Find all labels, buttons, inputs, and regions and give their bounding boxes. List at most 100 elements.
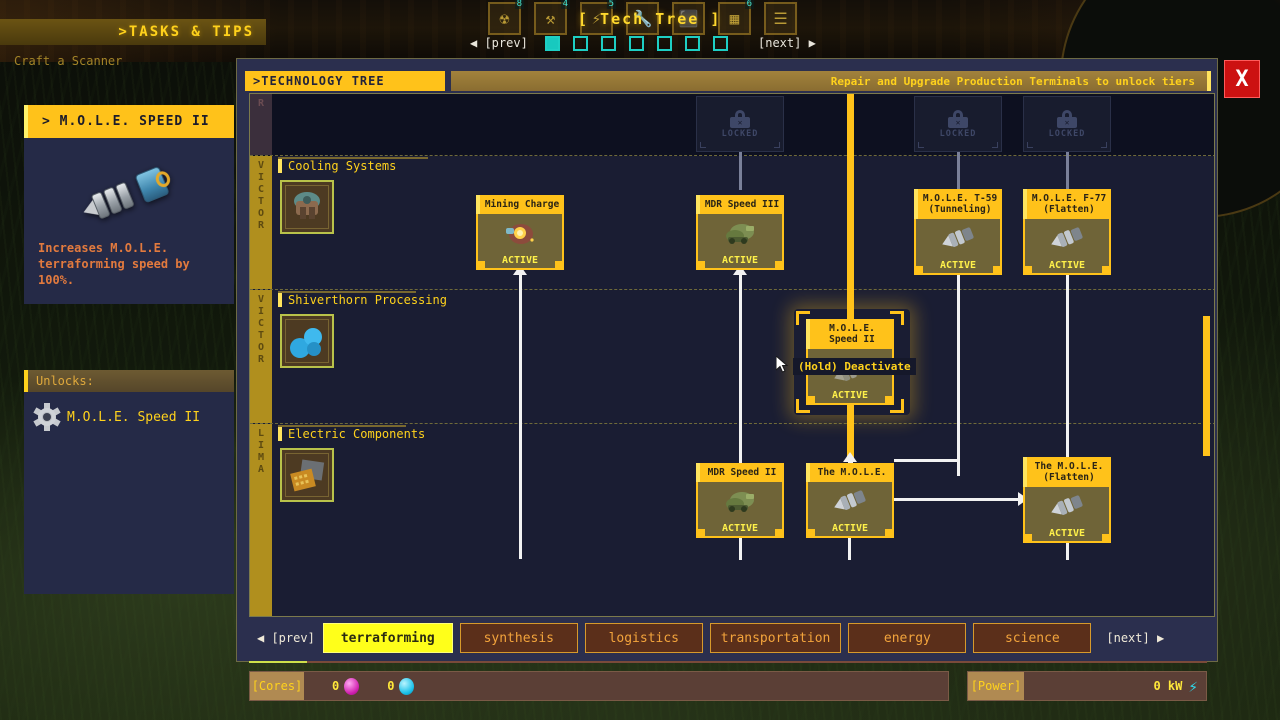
tech-node-locked[interactable]: ✕ LOCKED: [1023, 96, 1111, 152]
task-subtitle: Craft a Scanner: [14, 54, 122, 68]
connector-line: [894, 498, 1020, 501]
connector-arrow: [843, 452, 857, 462]
node-title: The M.O.L.E.: [806, 463, 894, 482]
node-status: ACTIVE: [478, 255, 562, 266]
mole-drill-icon: [808, 488, 892, 514]
lock-icon: ✕: [730, 110, 750, 128]
tab-synthesis[interactable]: synthesis: [460, 623, 578, 653]
unlocks-body: M.O.L.E. Speed II: [24, 392, 234, 594]
node-title: M.O.L.E. F-77 (Flatten): [1023, 189, 1111, 219]
node-status: ACTIVE: [698, 255, 782, 266]
connector-line: [957, 274, 960, 459]
close-button[interactable]: X: [1224, 60, 1260, 98]
hud-page-dot[interactable]: [573, 36, 588, 51]
storage-icon[interactable]: ▦6: [718, 2, 751, 35]
node-body: ACTIVE: [1023, 487, 1111, 543]
locked-node-box: ✕ LOCKED: [914, 96, 1002, 152]
tab-terraforming[interactable]: terraforming: [323, 623, 453, 653]
list-item: M.O.L.E. Speed II: [34, 404, 224, 430]
tier-spine-label: R: [250, 94, 272, 155]
mining-charge-icon: [478, 220, 562, 246]
magenta-core-icon: [344, 678, 359, 695]
core-magenta: 0: [332, 678, 359, 695]
mdr-icon: [698, 220, 782, 246]
cores-panel: [Cores] 0 0: [249, 671, 949, 701]
lock-icon: ✕: [1057, 110, 1077, 128]
task-card: > M.O.L.E. SPEED II Increases M.O.L.E. t…: [24, 105, 234, 594]
tabs-next-button[interactable]: [next] ▶: [1098, 631, 1172, 645]
tech-node-mdr-speed-ii[interactable]: MDR Speed II ACTIVE: [696, 463, 784, 538]
badge-count: 6: [745, 0, 754, 9]
node-status: ACTIVE: [808, 390, 892, 401]
tech-node-mole-t59[interactable]: M.O.L.E. T-59 (Tunneling): [914, 189, 1002, 275]
tab-energy[interactable]: energy: [848, 623, 966, 653]
tech-node-the-mole[interactable]: The M.O.L.E. ACTIVE: [806, 463, 894, 538]
status-divider: [249, 661, 1207, 663]
node-status: ACTIVE: [698, 523, 782, 534]
locked-label: LOCKED: [1049, 129, 1086, 139]
lightning-bolt-icon: ⚡: [1188, 677, 1206, 696]
hud-page-dot[interactable]: [713, 36, 728, 51]
mole-drill-icon: [916, 225, 1000, 251]
node-body: ACTIVE: [696, 214, 784, 270]
node-body: ACTIVE: [806, 482, 894, 538]
connector-line: [519, 274, 522, 559]
node-status: ACTIVE: [808, 523, 892, 534]
tab-science[interactable]: science: [973, 623, 1091, 653]
tier-spine-label: LIMA: [250, 424, 272, 617]
core-cyan-count: 0: [387, 679, 394, 693]
badge-count: 8: [515, 0, 524, 9]
list-icon[interactable]: ☰: [764, 2, 797, 35]
deactivate-tooltip: (Hold) Deactivate: [793, 358, 916, 375]
mdr-icon: [698, 488, 782, 514]
tier-name-label: Electric Components: [278, 427, 425, 441]
hud-page-dot[interactable]: [629, 36, 644, 51]
tech-node-the-mole-flatten[interactable]: The M.O.L.E. (Flatten) A: [1023, 457, 1111, 543]
category-tabs: ◀ [prev] terraforming synthesis logistic…: [249, 621, 1215, 655]
shiverthorn-icon: [280, 314, 334, 368]
tree-scrollbar-thumb[interactable]: [1203, 316, 1210, 456]
locked-label: LOCKED: [722, 129, 759, 139]
hud-page-dots: [545, 36, 728, 51]
unlock-item-label: M.O.L.E. Speed II: [67, 410, 200, 425]
node-status: ACTIVE: [1025, 528, 1109, 539]
hud-title: [ Tech Tree ]: [578, 10, 721, 28]
node-body: ACTIVE: [1023, 219, 1111, 275]
tech-tree-viewport[interactable]: R VICTOR Cooling Systems: [249, 93, 1215, 617]
tier-name-label: Shiverthorn Processing: [278, 293, 447, 307]
hud-prev-button[interactable]: ◀ [prev]: [470, 36, 528, 50]
badge-count: 5: [607, 0, 616, 9]
tab-transportation[interactable]: transportation: [710, 623, 842, 653]
tasks-tips-header: >TASKS & TIPS: [0, 19, 266, 45]
tech-node-mining-charge[interactable]: Mining Charge ACTIVE: [476, 195, 564, 270]
radiation-icon[interactable]: ☢8: [488, 2, 521, 35]
mole-drill-icon: [1025, 225, 1109, 251]
hud-next-button[interactable]: [next] ▶: [758, 36, 816, 50]
tech-node-mole-f77[interactable]: M.O.L.E. F-77 (Flatten): [1023, 189, 1111, 275]
task-card-body: Increases M.O.L.E. terraforming speed by…: [24, 138, 234, 304]
cores-label: [Cores]: [250, 672, 304, 700]
mole-drill-illustration: [38, 148, 220, 240]
hud-page-dot[interactable]: [657, 36, 672, 51]
task-card-title: > M.O.L.E. SPEED II: [24, 105, 234, 138]
hud-page-dot[interactable]: [685, 36, 700, 51]
hud-page-dot[interactable]: [601, 36, 616, 51]
tab-logistics[interactable]: logistics: [585, 623, 703, 653]
tech-node-mdr-speed-iii[interactable]: MDR Speed III ACTIVE: [696, 195, 784, 270]
connector-line: [894, 459, 960, 462]
locked-node-box: ✕ LOCKED: [696, 96, 784, 152]
tech-node-locked[interactable]: ✕ LOCKED: [696, 96, 784, 152]
crafting-icon[interactable]: ⚒4: [534, 2, 567, 35]
mole-drill-icon: [1025, 493, 1109, 519]
hud-page-dot[interactable]: [545, 36, 560, 51]
node-body: ACTIVE: [914, 219, 1002, 275]
lock-icon: ✕: [948, 110, 968, 128]
window-titlebar: >TECHNOLOGY TREE Repair and Upgrade Prod…: [245, 71, 1211, 91]
tabs-prev-button[interactable]: ◀ [prev]: [249, 631, 323, 645]
page-title: >TECHNOLOGY TREE: [245, 71, 445, 91]
technology-tree-window: >TECHNOLOGY TREE Repair and Upgrade Prod…: [236, 58, 1218, 662]
tech-node-locked[interactable]: ✕ LOCKED: [914, 96, 1002, 152]
node-status: ACTIVE: [1025, 260, 1109, 271]
node-body: ACTIVE: [476, 214, 564, 270]
power-value: 0 kW: [1024, 679, 1188, 693]
